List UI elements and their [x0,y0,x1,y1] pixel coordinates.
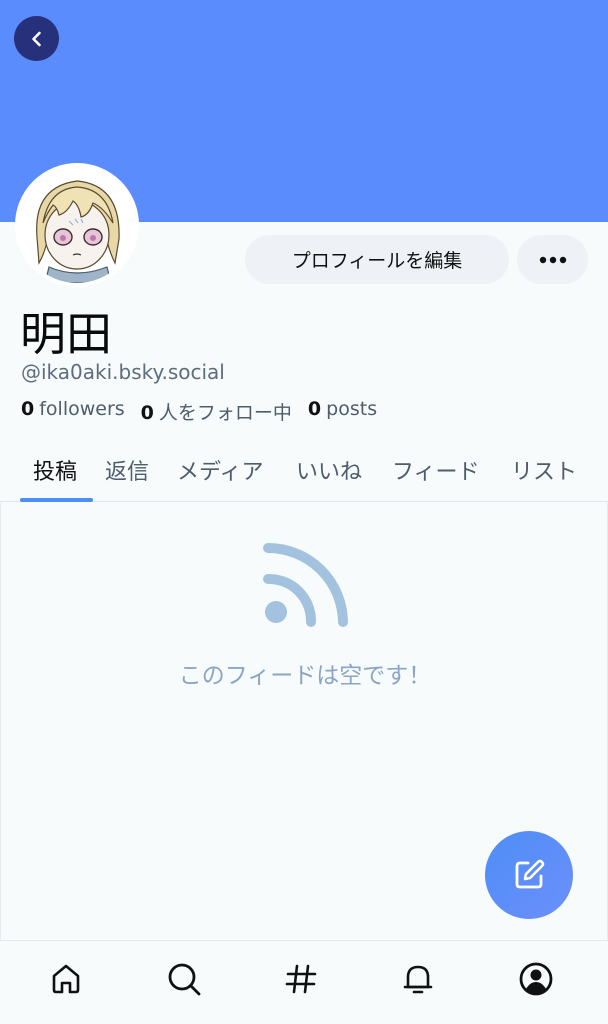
nav-home[interactable] [46,959,86,999]
back-button[interactable] [14,16,59,61]
edit-profile-label: プロフィールを編集 [291,250,463,272]
chevron-left-icon [31,31,41,46]
nav-profile[interactable] [516,959,556,999]
tab-media[interactable]: メディア [177,454,263,486]
user-icon [519,962,553,996]
bell-icon [403,965,433,994]
profile-tabs: 投稿 返信 メディア いいね フィード リスト [0,440,608,502]
edit-profile-button[interactable]: プロフィールを編集 [245,235,509,284]
tab-likes[interactable]: いいね [296,454,362,486]
tab-replies[interactable]: 返信 [105,454,149,486]
ellipsis-icon [539,256,566,263]
tab-lists[interactable]: リスト [511,454,577,486]
search-icon [168,963,201,996]
more-options-button[interactable] [517,235,588,284]
display-name: 明田 [20,307,112,361]
bottom-navigation [0,940,608,1024]
nav-search[interactable] [164,959,204,999]
rss-icon [263,543,348,627]
tab-feeds[interactable]: フィード [392,454,480,486]
hashtag-icon [285,964,317,994]
profile-stats: 0 followers 0 人をフォロー中 0 posts [21,398,377,425]
home-icon [52,964,80,994]
following-stat[interactable]: 0 人をフォロー中 [141,398,292,425]
empty-feed-message: このフィードは空です！ [178,663,432,689]
nav-notifications[interactable] [398,959,438,999]
profile-handle: @ika0aki.bsky.social [21,360,225,384]
compose-icon [515,859,545,889]
avatar-image [19,167,135,283]
tab-posts[interactable]: 投稿 [33,454,77,486]
avatar[interactable] [15,163,139,287]
nav-feeds[interactable] [281,959,321,999]
followers-stat[interactable]: 0 followers [21,398,125,425]
posts-stat: 0 posts [307,398,378,420]
compose-button[interactable] [485,831,573,919]
active-tab-indicator [20,498,93,502]
